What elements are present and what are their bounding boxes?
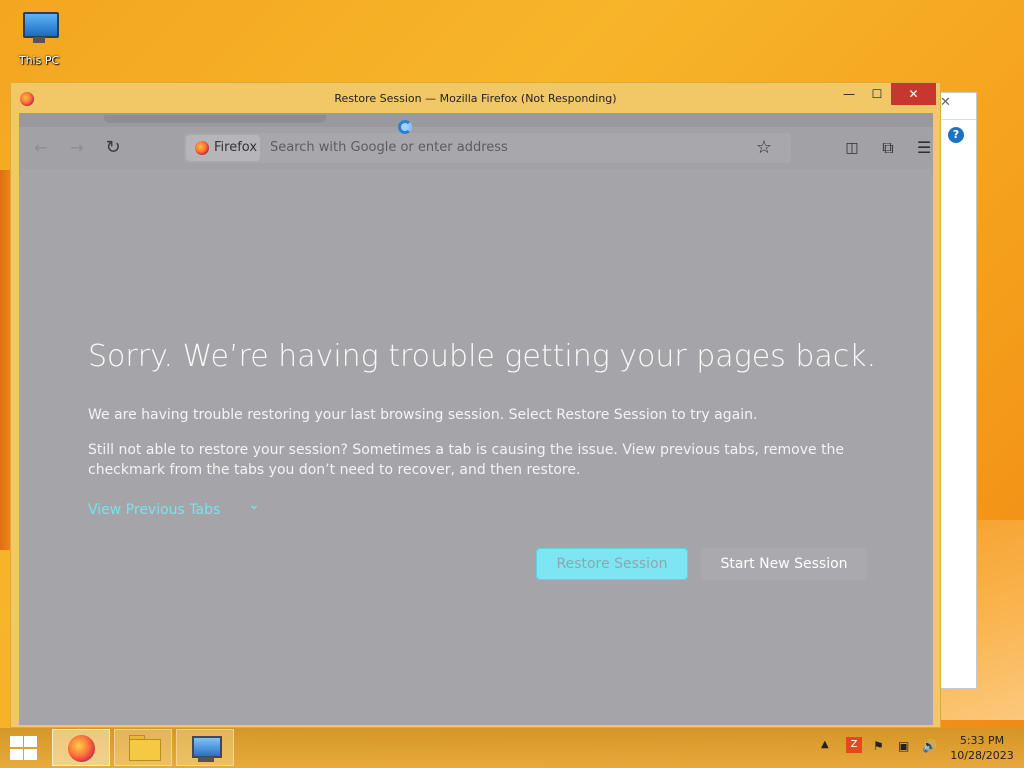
background-window[interactable]: ✕ ? [935, 92, 977, 689]
clock-time: 5:33 PM [959, 734, 1005, 747]
divider [936, 119, 976, 120]
browser-content: ← → ↻ Firefox Search with Google or ente… [19, 113, 933, 725]
tab-restore-session[interactable] [104, 115, 326, 123]
minimize-button[interactable]: — [835, 83, 863, 105]
clock[interactable]: 5:33 PM 10/28/2023 [944, 733, 1020, 763]
desktop-icon-this-pc[interactable]: This PC [10, 10, 68, 67]
title-bar[interactable]: Restore Session — Mozilla Firefox (Not R… [11, 83, 940, 113]
identity-label: Firefox [214, 140, 258, 155]
taskbar-file-explorer[interactable] [114, 729, 172, 766]
firefox-window: Restore Session — Mozilla Firefox (Not R… [10, 82, 941, 728]
maximize-button[interactable]: ☐ [863, 83, 891, 105]
nav-toolbar: ← → ↻ Firefox Search with Google or ente… [19, 127, 933, 169]
computer-icon [19, 10, 59, 46]
window-title: Restore Session — Mozilla Firefox (Not R… [334, 92, 617, 105]
busy-cursor-icon [398, 120, 412, 134]
restore-session-button[interactable]: Restore Session [536, 548, 688, 580]
forward-button[interactable]: → [67, 138, 87, 158]
firefox-icon [195, 141, 209, 155]
taskbar: ▲ Z ⚑ ▣ 🔊 5:33 PM 10/28/2023 [0, 728, 1024, 768]
taskbar-remote-desktop[interactable] [176, 729, 234, 766]
pocket-icon[interactable]: ◫ [842, 138, 862, 158]
taskbar-firefox[interactable] [52, 729, 110, 766]
firefox-icon [68, 735, 95, 762]
close-icon[interactable]: ✕ [940, 95, 951, 110]
network-icon[interactable]: ▣ [898, 739, 909, 753]
bookmark-star-icon[interactable]: ☆ [754, 138, 774, 158]
volume-icon[interactable]: 🔊 [922, 739, 937, 753]
page-title: Sorry. We’re having trouble getting your… [88, 339, 877, 374]
clock-date: 10/28/2023 [950, 749, 1014, 762]
restore-page: Sorry. We’re having trouble getting your… [19, 169, 933, 725]
view-previous-tabs-link[interactable]: View Previous Tabs [88, 502, 220, 518]
start-button[interactable] [8, 736, 38, 760]
help-icon[interactable]: ? [948, 127, 964, 143]
menu-icon[interactable]: ☰ [914, 138, 933, 158]
back-button[interactable]: ← [31, 138, 51, 158]
tab-strip [19, 113, 933, 127]
extensions-icon[interactable]: ⧉ [878, 138, 898, 158]
url-placeholder: Search with Google or enter address [270, 140, 508, 155]
action-center-flag-icon[interactable]: ⚑ [873, 739, 884, 753]
close-button[interactable]: ✕ [891, 83, 936, 105]
chevron-down-icon[interactable]: ⌄ [245, 496, 263, 514]
start-new-session-button[interactable]: Start New Session [701, 548, 867, 580]
url-bar[interactable]: Firefox Search with Google or enter addr… [184, 133, 791, 163]
page-description: We are having trouble restoring your las… [88, 407, 758, 423]
tray-app-icon[interactable]: Z [846, 737, 862, 753]
reload-button[interactable]: ↻ [103, 138, 123, 158]
page-help-text: Still not able to restore your session? … [88, 442, 845, 478]
desktop-icon-label: This PC [18, 54, 60, 67]
monitor-icon [192, 736, 222, 758]
show-hidden-icons-icon[interactable]: ▲ [821, 739, 829, 750]
identity-box[interactable]: Firefox [186, 135, 260, 161]
